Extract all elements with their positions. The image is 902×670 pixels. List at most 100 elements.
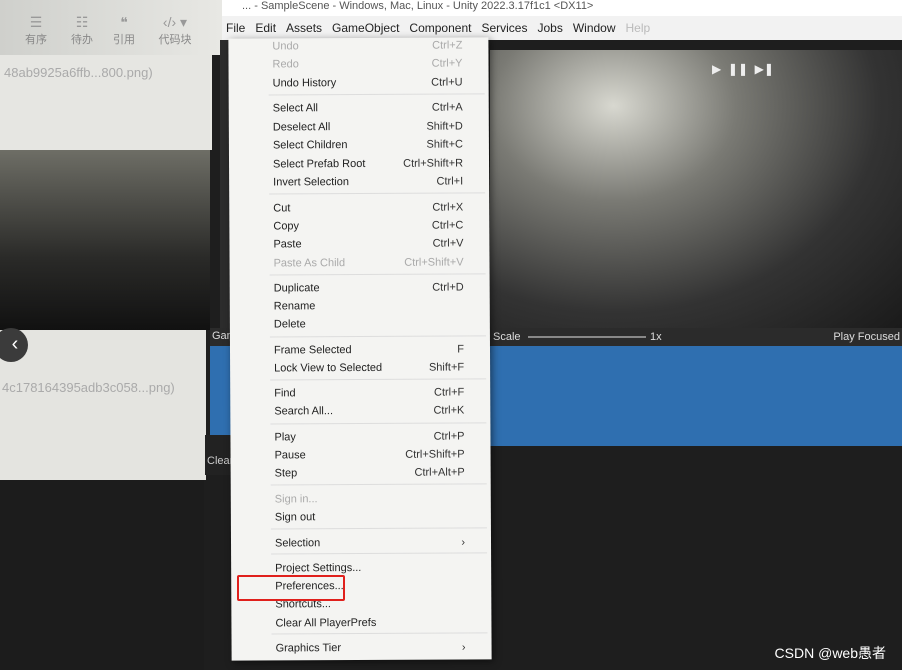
menu-item-shortcut: Ctrl+K bbox=[433, 404, 465, 417]
menu-item-paste[interactable]: Paste Ctrl+V bbox=[229, 237, 489, 256]
image-placeholder-1: 48ab9925a6ffb...800.png) bbox=[0, 55, 212, 150]
edit-menu: Undo Ctrl+Z Redo Ctrl+Y Undo History Ctrl+U Se… bbox=[228, 37, 492, 661]
menu-item-label: Play bbox=[274, 431, 296, 444]
menu-edit[interactable]: Edit bbox=[255, 21, 276, 35]
menu-item-cut[interactable]: Cut Ctrl+X bbox=[229, 201, 489, 220]
menu-item-label: Frame Selected bbox=[273, 344, 352, 357]
menu-item-label: Find bbox=[274, 387, 296, 400]
menu-item-shortcut: Ctrl+U bbox=[431, 76, 463, 89]
menu-item-shortcut: Ctrl+Y bbox=[431, 57, 463, 70]
menu-gameobject[interactable]: GameObject bbox=[332, 21, 399, 35]
menu-item-select-prefab-root[interactable]: Select Prefab Root Ctrl+Shift+R bbox=[229, 157, 489, 176]
menu-item-delete[interactable]: Delete bbox=[230, 317, 490, 336]
menu-item-find[interactable]: Find Ctrl+F bbox=[230, 386, 490, 405]
menu-item-pause[interactable]: Pause Ctrl+Shift+P bbox=[231, 448, 491, 467]
ordered-list-button[interactable]: ☰ 有序 bbox=[16, 14, 56, 47]
menu-separator bbox=[270, 378, 487, 381]
menu-item-label: Search All... bbox=[274, 405, 334, 418]
menu-item-rename[interactable]: Rename bbox=[230, 299, 490, 318]
menu-separator bbox=[269, 273, 486, 276]
console-clear-button[interactable]: Clear bbox=[207, 455, 233, 467]
menu-item-label: Sign out bbox=[274, 511, 316, 524]
watermark: CSDN @web愚者 bbox=[774, 645, 886, 661]
play-focused-dropdown[interactable]: Play Focused bbox=[833, 331, 900, 343]
todo-list-icon: ☷ bbox=[75, 14, 89, 30]
menu-assets[interactable]: Assets bbox=[286, 21, 322, 35]
quote-icon: ❝ bbox=[120, 14, 128, 30]
menu-separator bbox=[268, 93, 485, 96]
menu-item-shortcut: Ctrl+Shift+V bbox=[404, 256, 464, 269]
menu-item-label: Redo bbox=[272, 58, 299, 71]
menu-item-shortcut: Shift+C bbox=[426, 138, 463, 151]
menu-item-label: Cut bbox=[273, 202, 291, 215]
menu-item-label: Undo History bbox=[272, 77, 337, 90]
menu-separator bbox=[269, 192, 486, 195]
menu-separator bbox=[270, 527, 487, 530]
highlight-box bbox=[237, 575, 345, 601]
quote-button[interactable]: ❝ 引用 bbox=[104, 14, 144, 47]
play-controls[interactable]: ▶ ❚❚ ▶❚ bbox=[712, 62, 774, 76]
menu-item-graphics-tier[interactable]: Graphics Tier › bbox=[232, 641, 492, 660]
scene-view[interactable]: ▶ ❚❚ ▶❚ bbox=[490, 50, 902, 330]
menu-item-shortcut: Shift+D bbox=[426, 120, 463, 133]
menu-item-label: Copy bbox=[273, 220, 300, 233]
menu-item-undo[interactable]: Undo Ctrl+Z bbox=[228, 39, 488, 58]
menu-help[interactable]: Help bbox=[626, 21, 651, 35]
scale-label: Scale bbox=[493, 331, 521, 343]
menu-item-label: Step bbox=[274, 467, 298, 480]
menu-item-copy[interactable]: Copy Ctrl+C bbox=[229, 219, 489, 238]
scale-slider[interactable] bbox=[528, 336, 646, 338]
code-block-button[interactable]: ‹/› ▾ 代码块 bbox=[152, 14, 198, 47]
menu-item-select-all[interactable]: Select All Ctrl+A bbox=[229, 101, 489, 120]
menu-separator bbox=[270, 483, 487, 486]
image-placeholder-2: 4c178164395adb3c058...png) bbox=[0, 330, 206, 480]
window-title: ... - SampleScene - Windows, Mac, Linux … bbox=[222, 0, 902, 16]
menu-component[interactable]: Component bbox=[409, 21, 471, 35]
photo-region bbox=[0, 150, 210, 330]
menu-item-play[interactable]: Play Ctrl+P bbox=[230, 430, 490, 449]
menu-item-deselect-all[interactable]: Deselect All Shift+D bbox=[229, 120, 489, 139]
menu-window[interactable]: Window bbox=[573, 21, 616, 35]
menu-item-shortcut: Ctrl+Alt+P bbox=[414, 466, 465, 479]
menu-item-label: Project Settings... bbox=[275, 561, 362, 575]
photo-region-2 bbox=[0, 480, 204, 670]
menu-item-shortcut: Ctrl+Shift+P bbox=[405, 448, 465, 461]
menu-item-label: Delete bbox=[273, 318, 306, 331]
menu-item-label: Deselect All bbox=[272, 121, 331, 134]
menu-item-label: Select Children bbox=[272, 139, 348, 152]
menu-item-shortcut: › bbox=[461, 641, 466, 654]
code-block-icon: ‹/› ▾ bbox=[162, 14, 188, 30]
ordered-list-icon: ☰ bbox=[29, 14, 43, 30]
menu-item-label: Clear All PlayerPrefs bbox=[275, 616, 377, 630]
menu-item-redo[interactable]: Redo Ctrl+Y bbox=[228, 57, 488, 76]
menu-item-search-all[interactable]: Search All... Ctrl+K bbox=[230, 404, 490, 423]
menu-item-shortcut: Ctrl+F bbox=[433, 386, 465, 399]
menubar: File Edit Assets GameObject Component Se… bbox=[222, 16, 902, 40]
menu-item-label: Sign in... bbox=[274, 493, 318, 506]
menu-item-shortcut: F bbox=[457, 343, 465, 356]
menu-item-label: Undo bbox=[272, 40, 299, 53]
menu-item-label: Invert Selection bbox=[273, 176, 349, 189]
menu-item-shortcut: Ctrl+I bbox=[436, 175, 464, 188]
menu-item-label: Paste bbox=[273, 238, 302, 251]
menu-item-label: Graphics Tier bbox=[275, 642, 342, 655]
menu-item-duplicate[interactable]: Duplicate Ctrl+D bbox=[230, 281, 490, 300]
menu-item-label: Selection bbox=[274, 537, 321, 550]
menu-file[interactable]: File bbox=[226, 21, 245, 35]
menu-item-label: Paste As Child bbox=[273, 257, 346, 270]
menu-item-shortcut: Ctrl+Z bbox=[432, 39, 463, 52]
menu-item-label: Select All bbox=[272, 102, 319, 115]
menu-item-shortcut: Ctrl+X bbox=[432, 201, 464, 214]
menu-item-sign-in[interactable]: Sign in... bbox=[231, 492, 491, 511]
todo-list-button[interactable]: ☷ 待办 bbox=[62, 14, 102, 47]
menu-item-select-children[interactable]: Select Children Shift+C bbox=[229, 138, 489, 157]
menu-item-frame-selected[interactable]: Frame Selected F bbox=[230, 343, 490, 362]
menu-item-label: Lock View to Selected bbox=[274, 361, 383, 375]
menu-item-shortcut: Ctrl+D bbox=[432, 281, 464, 294]
menu-item-label: Duplicate bbox=[273, 282, 320, 295]
menu-item-label: Pause bbox=[274, 449, 306, 462]
scale-value: 1x bbox=[650, 331, 662, 343]
menu-services[interactable]: Services bbox=[481, 21, 527, 35]
menu-item-shortcut: › bbox=[461, 536, 466, 549]
menu-jobs[interactable]: Jobs bbox=[537, 21, 562, 35]
